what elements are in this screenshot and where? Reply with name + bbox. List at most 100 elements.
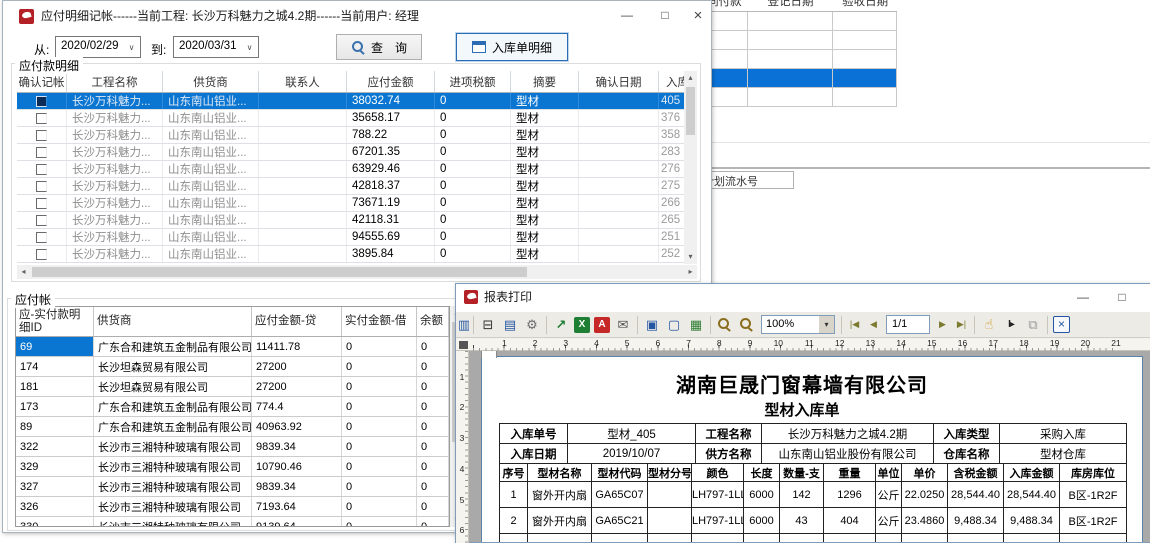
column-header-confirm-date[interactable]: 确认日期 — [579, 71, 659, 92]
zoom-in-icon[interactable] — [715, 315, 735, 334]
detail-header-row: 序号型材名称型材代码型材分号颜色长度数量-支重量单位单价含税金额入库金额库房库位 — [500, 464, 1127, 482]
column-header-contact[interactable]: 联系人 — [259, 71, 347, 92]
scroll-up-icon[interactable]: ▴ — [684, 71, 697, 85]
table-row[interactable]: 322 长沙市三湘特种玻璃有限公司 9839.34 0 0 — [16, 437, 449, 457]
query-button[interactable]: 查 询 — [336, 34, 422, 60]
horizontal-scrollbar[interactable]: ◂ ▸ — [17, 265, 697, 279]
table-row[interactable]: 181 长沙坦森贸易有限公司 27200 0 0 — [16, 377, 449, 397]
table-row[interactable]: 330 长沙市三湘特种玻璃有限公司 9139.64 0 0 — [16, 517, 449, 527]
table-row[interactable]: 长沙万科魅力... 山东南山铝业... 42818.37 0 型材 275 — [17, 178, 697, 195]
from-label: 从: — [34, 41, 49, 58]
design-view-icon[interactable]: ▥ — [458, 315, 469, 334]
confirm-checkbox[interactable] — [36, 147, 47, 158]
minimize-button[interactable]: — — [1064, 284, 1102, 314]
table-row[interactable]: 长沙万科魅力... 山东南山铝业... 63929.46 0 型材 276 — [17, 161, 697, 178]
plan-serial-field[interactable]: 计划流水号 — [700, 171, 794, 189]
payable-detail-table: 确认记帐 工程名称 供货商 联系人 应付金额 进项税额 摘要 确认日期 入库 长… — [17, 71, 697, 264]
confirm-checkbox[interactable] — [36, 232, 47, 243]
last-page-icon[interactable]: ▶| — [953, 315, 970, 334]
column-header-supplier[interactable]: 供货商 — [163, 71, 259, 92]
detail-group-label: 应付款明细 — [15, 57, 83, 74]
close-button[interactable]: × — [684, 1, 712, 31]
save-icon[interactable]: ▣ — [642, 315, 662, 334]
table-row[interactable]: 长沙万科魅力... 山东南山铝业... 38032.74 0 型材 405 — [17, 93, 697, 110]
table-row[interactable]: 长沙万科魅力... 山东南山铝业... 94555.69 0 型材 251 — [17, 229, 697, 246]
column-header-credit[interactable]: 应付金额-贷 — [252, 307, 342, 336]
confirm-checkbox[interactable] — [36, 130, 47, 141]
text-select-icon[interactable]: I▸ — [1001, 315, 1021, 334]
next-page-icon[interactable]: ▶ — [934, 315, 951, 334]
to-date-combo[interactable]: 2020/03/31 ∨ — [173, 36, 259, 58]
table-row[interactable]: 326 长沙市三湘特种玻璃有限公司 7193.64 0 0 — [16, 497, 449, 517]
confirm-checkbox[interactable] — [36, 198, 47, 209]
scroll-down-icon[interactable]: ▾ — [684, 250, 697, 264]
detail-column-header: 入库金额 — [1004, 464, 1060, 482]
mail-icon[interactable]: ✉ — [613, 315, 633, 334]
copy-icon[interactable]: ⧉ — [1023, 315, 1043, 334]
chevron-down-icon[interactable]: ∨ — [123, 37, 140, 57]
table-row[interactable]: 329 长沙市三湘特种玻璃有限公司 10790.46 0 0 — [16, 457, 449, 477]
confirm-checkbox[interactable] — [36, 164, 47, 175]
chevron-down-icon[interactable]: ∨ — [241, 37, 258, 57]
zoom-level-combo[interactable]: 100% ▾ — [761, 315, 835, 334]
print-preview-area[interactable]: 湖南巨晟门窗幕墙有限公司 型材入库单 入库单号 型材_405 工程名称 长沙万科… — [469, 351, 1150, 542]
first-page-icon[interactable]: |◀ — [846, 315, 863, 334]
separator — [710, 316, 711, 334]
table-row[interactable]: 89 广东合和建筑五金制品有限公司 40963.92 0 0 — [16, 417, 449, 437]
close-button[interactable]: × — [1142, 284, 1150, 314]
from-date-combo[interactable]: 2020/02/29 ∨ — [55, 36, 141, 58]
project-value: 长沙万科魅力之城4.2期 — [762, 424, 934, 444]
warehouse-label: 仓库名称 — [934, 444, 1000, 464]
print-icon[interactable]: ⊟ — [478, 315, 498, 334]
column-header-supplier[interactable]: 供货商 — [94, 307, 252, 336]
confirm-checkbox[interactable] — [36, 96, 47, 107]
confirm-checkbox[interactable] — [36, 249, 47, 260]
table-row[interactable]: 长沙万科魅力... 山东南山铝业... 67201.35 0 型材 283 — [17, 144, 697, 161]
column-header-tax[interactable]: 进项税额 — [435, 71, 511, 92]
window-icon — [472, 41, 486, 53]
table-row[interactable]: 327 长沙市三湘特种玻璃有限公司 9839.34 0 0 — [16, 477, 449, 497]
maximize-button[interactable]: □ — [1104, 284, 1140, 314]
column-header-debit[interactable]: 实付金额-借 — [342, 307, 417, 336]
column-header-balance[interactable]: 余额 — [417, 307, 449, 336]
hand-tool-icon[interactable]: ☝ — [979, 315, 999, 334]
export-icon[interactable]: ↗ — [551, 315, 571, 334]
properties-icon[interactable]: ⚙ — [522, 315, 542, 334]
grid-icon[interactable]: ▦ — [686, 315, 706, 334]
chevron-down-icon[interactable]: ▾ — [819, 316, 834, 333]
table-row[interactable]: 69 广东合和建筑五金制品有限公司 11411.78 0 0 — [16, 337, 449, 357]
table-row[interactable]: 长沙万科魅力... 山东南山铝业... 3895.84 0 型材 252 — [17, 246, 697, 263]
table-row[interactable]: 174 长沙坦森贸易有限公司 27200 0 0 — [16, 357, 449, 377]
titlebar: 报表打印 — □ × — [456, 284, 1150, 311]
prev-page-icon[interactable]: ◀ — [865, 315, 882, 334]
vertical-scrollbar[interactable]: ▴ ▾ — [684, 71, 697, 264]
detail-column-header: 型材分号 — [648, 464, 692, 482]
table-row[interactable]: 长沙万科魅力... 山东南山铝业... 42118.31 0 型材 265 — [17, 212, 697, 229]
maximize-button[interactable]: □ — [646, 1, 684, 31]
table-row[interactable]: 长沙万科魅力... 山东南山铝业... 35658.17 0 型材 376 — [17, 110, 697, 127]
column-header-summary[interactable]: 摘要 — [511, 71, 579, 92]
excel-export-icon[interactable]: X — [574, 317, 590, 333]
scroll-left-icon[interactable]: ◂ — [17, 265, 30, 279]
pdf-export-icon[interactable]: A — [594, 317, 610, 333]
column-header-confirm[interactable]: 确认记帐 — [17, 71, 67, 92]
zoom-out-icon[interactable] — [737, 315, 757, 334]
confirm-checkbox[interactable] — [36, 181, 47, 192]
scroll-right-icon[interactable]: ▸ — [684, 265, 697, 279]
table-row[interactable]: 长沙万科魅力... 山东南山铝业... 73671.19 0 型材 266 — [17, 195, 697, 212]
column-header-project[interactable]: 工程名称 — [67, 71, 163, 92]
close-preview-icon[interactable]: × — [1053, 316, 1070, 333]
inbound-detail-button[interactable]: 入库单明细 — [456, 33, 568, 61]
column-header-detail-id[interactable]: 应-实付款明细ID — [16, 307, 94, 336]
table-row[interactable]: 长沙万科魅力... 山东南山铝业... 788.22 0 型材 358 — [17, 127, 697, 144]
confirm-checkbox[interactable] — [36, 215, 47, 226]
minimize-button[interactable]: — — [608, 1, 646, 31]
book-preview-icon[interactable]: ▤ — [500, 315, 520, 334]
scrollbar-thumb[interactable] — [686, 87, 695, 135]
scrollbar-thumb[interactable] — [32, 267, 527, 277]
doc-icon[interactable]: ▢ — [664, 315, 684, 334]
page-number-field[interactable]: 1/1 — [886, 315, 930, 334]
confirm-checkbox[interactable] — [36, 113, 47, 124]
table-row[interactable]: 173 广东合和建筑五金制品有限公司 774.4 0 0 — [16, 397, 449, 417]
column-header-amount[interactable]: 应付金额 — [347, 71, 435, 92]
